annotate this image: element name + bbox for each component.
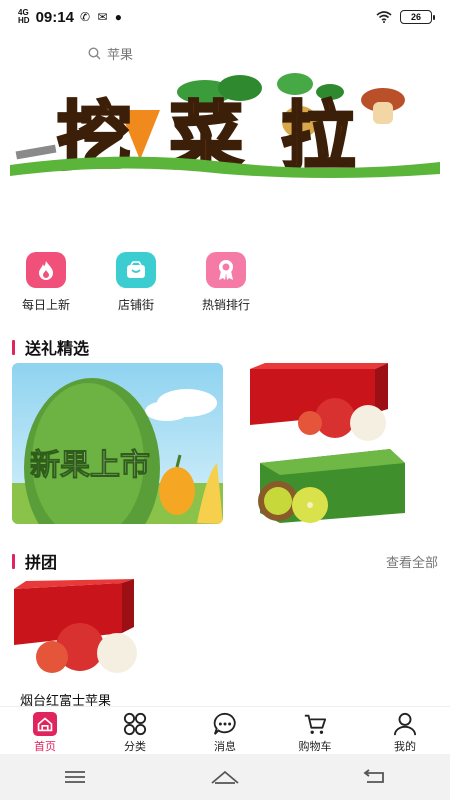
tab-category[interactable]: 分类 [90, 707, 180, 754]
section-title: 拼团 [25, 555, 58, 572]
menu-button[interactable] [60, 767, 90, 787]
network-indicator: 4G HD [18, 8, 30, 25]
section-title: 送礼精选 [25, 341, 90, 358]
home-icon [33, 712, 57, 736]
tab-home[interactable]: 首页 [0, 707, 90, 754]
cart-icon [304, 714, 327, 734]
ribbon-badge-icon [206, 252, 246, 288]
home-chevron-icon [211, 770, 239, 784]
system-nav-bar [0, 754, 450, 800]
search-icon [88, 46, 101, 59]
quick-nav-daily-new[interactable]: 每日上新 [10, 252, 82, 313]
product-image [12, 575, 150, 690]
user-icon [393, 712, 417, 736]
quick-nav-hot-ranking[interactable]: 热销排行 [190, 252, 262, 313]
svg-text:新果上市: 新果上市 [30, 448, 150, 483]
view-all-link[interactable]: 查看全部 [386, 552, 438, 571]
quick-nav: 每日上新 店铺街 热销排行 [0, 252, 300, 314]
clock: 09:14 [35, 8, 74, 26]
fruit-gift-box-card[interactable] [240, 363, 438, 524]
back-icon [363, 769, 384, 783]
bottom-tab-bar: 首页 分类 消息 购物车 我的 [0, 706, 450, 754]
flame-icon [26, 252, 66, 288]
menu-icon [65, 771, 85, 783]
message-icon [213, 712, 236, 735]
product-name: 烟台红富士苹果 [20, 693, 112, 706]
new-fruit-banner-image: 新果上市 [12, 363, 223, 524]
battery-icon: 26 [400, 10, 435, 24]
home-button[interactable] [210, 767, 240, 787]
group-buy-section-header: 拼团 查看全部 [12, 549, 438, 573]
gift-section-header: 送礼精选 [12, 335, 438, 359]
product-card[interactable]: 烟台红富士苹果 [12, 575, 150, 706]
back-button[interactable] [360, 767, 390, 787]
new-fruit-promo-card[interactable]: 新果上市 [12, 363, 223, 524]
apple-kiwi-giftbox-image [240, 363, 438, 524]
search-bar[interactable]: 苹果 [88, 44, 133, 62]
shop-bag-icon [116, 252, 156, 288]
wifi-icon [376, 11, 392, 23]
brand-logo: 挖菜拉 [10, 73, 440, 182]
section-accent-bar [12, 339, 15, 355]
brand-banner[interactable]: 挖菜拉 [0, 70, 450, 245]
grid-icon [123, 712, 147, 736]
section-accent-bar [12, 553, 15, 569]
tab-cart[interactable]: 购物车 [270, 707, 360, 754]
search-placeholder[interactable]: 苹果 [107, 44, 133, 63]
status-bar: 4G HD 09:14 ✆ ✉ ● 26 [0, 0, 450, 34]
notification-icons: ✆ ✉ ● [79, 10, 124, 24]
tab-messages[interactable]: 消息 [180, 707, 270, 754]
tab-profile[interactable]: 我的 [360, 707, 450, 754]
quick-nav-shop-street[interactable]: 店铺街 [100, 252, 172, 313]
